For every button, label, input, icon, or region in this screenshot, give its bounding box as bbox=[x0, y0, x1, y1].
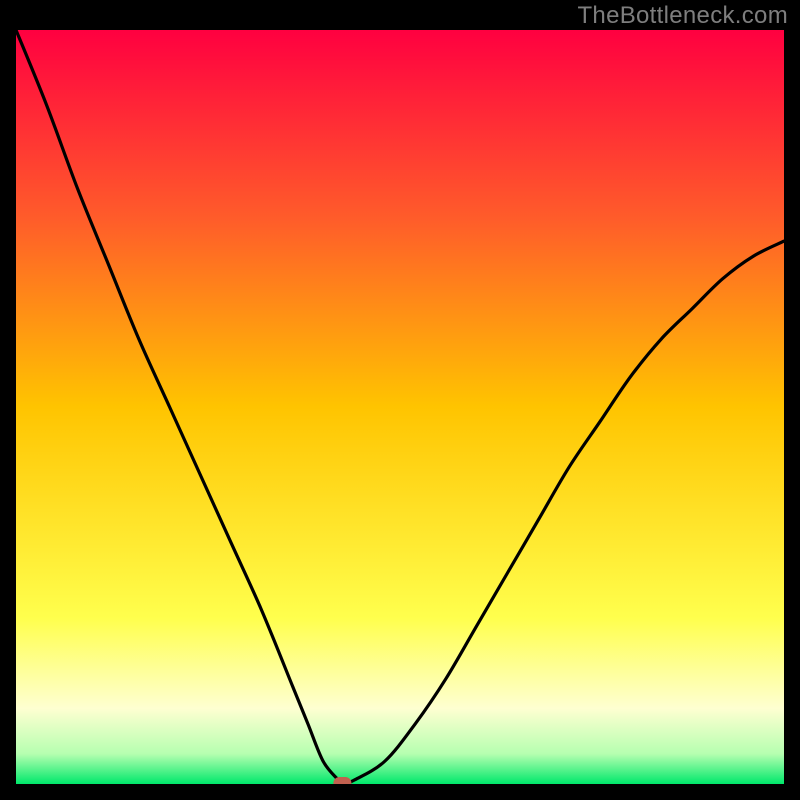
optimum-marker bbox=[333, 777, 351, 784]
chart-frame: TheBottleneck.com bbox=[0, 0, 800, 800]
bottleneck-chart bbox=[16, 30, 784, 784]
watermark-text: TheBottleneck.com bbox=[577, 2, 788, 30]
gradient-background bbox=[16, 30, 784, 784]
